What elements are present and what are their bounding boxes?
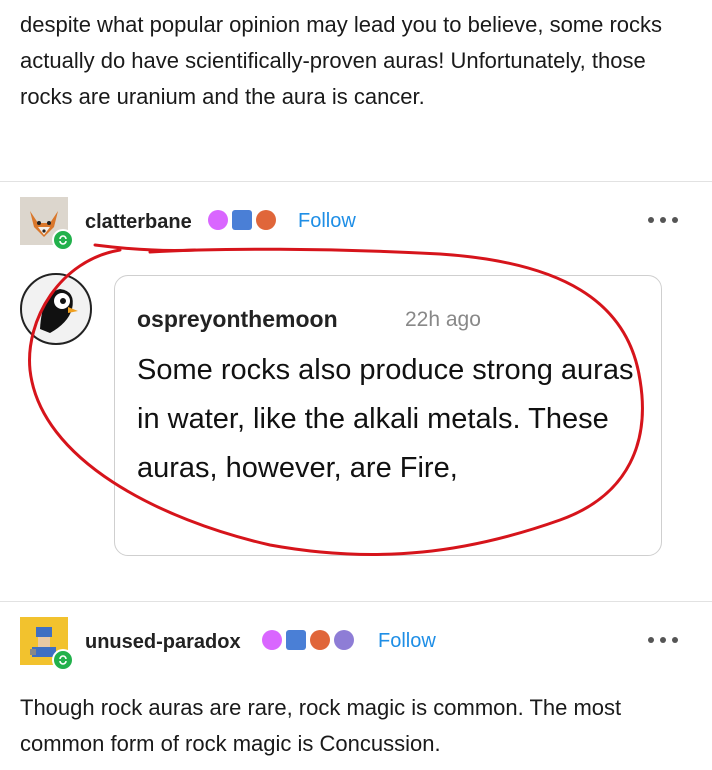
avatar[interactable] (20, 197, 74, 251)
reblog-icon (52, 229, 74, 251)
user-badges (262, 630, 354, 650)
penguin-avatar-icon (20, 273, 92, 345)
stack-badge-icon (286, 630, 306, 650)
paw-badge-icon (256, 210, 276, 230)
quote-timestamp: 22h ago (405, 308, 481, 331)
username[interactable]: unused-paradox (85, 631, 241, 654)
follow-button[interactable]: Follow (378, 630, 436, 653)
reblog-header-clatterbane: clatterbane Follow (20, 197, 680, 251)
post-divider (0, 601, 712, 602)
follow-button[interactable]: Follow (298, 210, 356, 233)
quote-card: ospreyonthemoon 22h ago Some rocks also … (114, 275, 662, 556)
reblog-icon (52, 649, 74, 671)
more-options-icon[interactable] (648, 215, 680, 225)
orb-badge-icon (334, 630, 354, 650)
username[interactable]: clatterbane (85, 211, 192, 234)
user-badges (208, 210, 276, 230)
quote-text: Some rocks also produce strong auras in … (137, 354, 634, 484)
stack-badge-icon (232, 210, 252, 230)
brain-badge-icon (208, 210, 228, 230)
more-options-icon[interactable] (648, 635, 680, 645)
avatar[interactable] (20, 617, 74, 671)
post-body-text: despite what popular opinion may lead yo… (20, 12, 663, 109)
avatar[interactable] (20, 273, 92, 345)
brain-badge-icon (262, 630, 282, 650)
reblog-body-text: Though rock auras are rare, rock magic i… (20, 695, 622, 756)
paw-badge-icon (310, 630, 330, 650)
quote-username[interactable]: ospreyonthemoon (137, 306, 338, 333)
post-divider (0, 181, 712, 182)
reblog-header-unused-paradox: unused-paradox Follow (20, 617, 680, 671)
